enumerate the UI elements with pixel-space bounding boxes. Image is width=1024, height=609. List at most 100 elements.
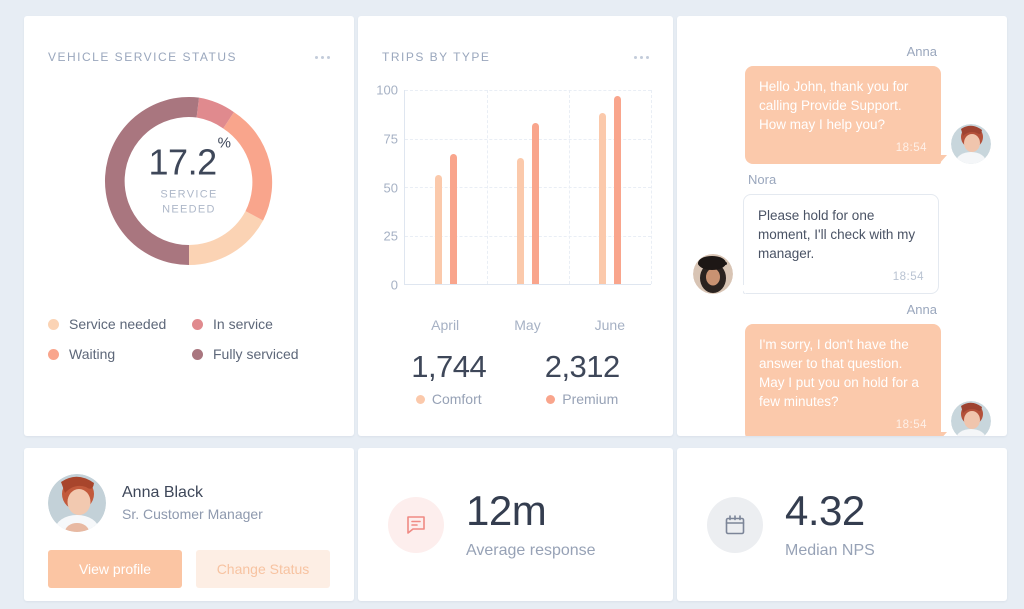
dashboard-root: Vehicle Service Status: [0, 0, 1024, 609]
gridline-vertical: [651, 90, 652, 284]
dot: [634, 55, 637, 59]
legend-color-swatch: [546, 394, 556, 404]
dot: [640, 55, 643, 59]
total-comfort: 1,744 Comfort: [382, 349, 516, 407]
stat-text: 4.32 Median NPS: [785, 489, 875, 560]
bar-comfort-june[interactable]: [599, 113, 606, 284]
bar-chart: 100 75 50 25 0: [358, 83, 673, 310]
bar-premium-may[interactable]: [532, 122, 539, 284]
profile-identity: Anna Black Sr. Customer Manager: [48, 474, 330, 532]
message-text: Hello John, thank you for calling Provid…: [759, 79, 909, 133]
total-label: Premium: [562, 391, 619, 407]
message-row: I'm sorry, I don't have the answer to th…: [693, 323, 991, 436]
stat-content: 4.32 Median NPS: [677, 448, 1007, 601]
more-options-icon[interactable]: [315, 52, 330, 63]
message-icon: [388, 496, 444, 553]
chat-card: Anna Hello John, thank you for calling P…: [677, 16, 1007, 436]
total-label: Comfort: [431, 391, 482, 407]
y-tick-label: 75: [383, 131, 398, 147]
avatar-image: [951, 123, 991, 164]
stat-label: Median NPS: [785, 541, 875, 559]
x-axis: April May June: [358, 317, 673, 333]
total-premium: 2,312 Premium: [516, 349, 650, 407]
chat-thread[interactable]: Anna Hello John, thank you for calling P…: [677, 16, 1007, 436]
profile-content: Anna Black Sr. Customer Manager View pro…: [24, 448, 354, 588]
chat-message-3: Anna I'm sorry, I don't have the answer …: [693, 302, 991, 436]
message-row: Hello John, thank you for calling Provid…: [693, 66, 991, 164]
message-bubble[interactable]: Hello John, thank you for calling Provid…: [745, 66, 947, 164]
avatar-image: [951, 400, 991, 436]
calendar-glyph: [725, 514, 745, 534]
median-nps-card: 4.32 Median NPS: [677, 448, 1007, 601]
legend-item-in-service[interactable]: In service: [192, 316, 330, 332]
x-tick-label: May: [514, 317, 541, 333]
message-timestamp: 18:54: [895, 419, 927, 432]
anna-avatar[interactable]: [951, 400, 991, 436]
y-tick-label: 50: [383, 180, 398, 195]
legend-color-swatch: [415, 394, 425, 404]
calendar-icon: [707, 496, 763, 553]
chat-message-1: Anna Hello John, thank you for calling P…: [693, 44, 991, 164]
avatar-image: [48, 474, 106, 532]
message-text: Please hold for one moment, I'll check w…: [758, 207, 916, 262]
message-timestamp: 18:54: [892, 271, 924, 284]
dot: [321, 55, 324, 59]
bar-comfort-april[interactable]: [435, 175, 442, 284]
stat-value: 12m: [466, 486, 547, 534]
legend-label: In service: [213, 316, 273, 332]
y-tick-label: 0: [390, 277, 398, 293]
y-tick-label: 25: [383, 228, 398, 244]
anna-avatar[interactable]: [951, 123, 991, 164]
message-sender: Anna: [906, 44, 937, 59]
total-label-row: Premium: [516, 391, 650, 407]
legend-label: Fully serviced: [213, 346, 299, 362]
message-text: I'm sorry, I don't have the answer to th…: [759, 336, 919, 410]
legend-color-swatch: [48, 318, 59, 330]
avatar[interactable]: [48, 474, 106, 532]
profile-name: Anna Black: [122, 484, 203, 501]
legend-item-waiting[interactable]: Waiting: [48, 346, 186, 362]
donut-chart: 17.2% SERVICE NEEDED: [24, 76, 354, 286]
legend-item-service-needed[interactable]: Service needed: [48, 316, 186, 332]
trips-totals: 1,744 Comfort 2,312 Premium: [358, 333, 673, 407]
profile-role: Sr. Customer Manager: [122, 506, 263, 522]
avatar-image: [693, 253, 733, 294]
donut-segment-fully-serviced: [104, 97, 199, 265]
page-title: Trips by Type: [382, 50, 491, 64]
bar-groups: [405, 90, 651, 284]
legend-color-swatch: [192, 318, 203, 330]
bar-premium-june[interactable]: [614, 95, 621, 284]
change-status-button[interactable]: Change Status: [196, 550, 330, 588]
view-profile-button[interactable]: View profile: [48, 550, 182, 588]
average-response-card: 12m Average response: [358, 448, 673, 601]
stat-label: Average response: [466, 541, 596, 559]
message-bubble[interactable]: Please hold for one moment, I'll check w…: [738, 193, 939, 294]
bar-group-june: [569, 90, 651, 284]
bar-group-april: [405, 90, 487, 284]
message-bubble[interactable]: I'm sorry, I don't have the answer to th…: [745, 323, 947, 436]
legend-item-fully-serviced[interactable]: Fully serviced: [192, 346, 330, 362]
dot: [327, 55, 330, 59]
donut-segment-waiting: [223, 112, 273, 221]
legend-color-swatch: [48, 348, 59, 360]
stat-text: 12m Average response: [466, 486, 596, 560]
bar-premium-april[interactable]: [450, 154, 457, 284]
total-value: 1,744: [411, 349, 487, 384]
total-value: 2,312: [544, 349, 621, 384]
nora-avatar[interactable]: [693, 253, 733, 294]
more-options-icon[interactable]: [634, 52, 649, 63]
page-title: Vehicle Service Status: [48, 50, 238, 64]
donut-legend: Service needed In service Waiting Fully …: [24, 286, 354, 362]
message-glyph: [407, 515, 425, 534]
trips-by-type-card: Trips by Type 100 75 50 25 0: [358, 16, 673, 436]
message-timestamp: 18:54: [895, 142, 927, 155]
vehicle-service-status-card: Vehicle Service Status: [24, 16, 354, 436]
message-sender: Anna: [906, 301, 937, 317]
bar-comfort-may[interactable]: [517, 157, 524, 284]
profile-card: Anna Black Sr. Customer Manager View pro…: [24, 448, 354, 601]
bar-group-may: [487, 90, 569, 284]
legend-label: Waiting: [69, 346, 116, 362]
chat-message-2: Nora Please hold for one moment, I'll ch…: [693, 172, 991, 294]
message-sender: Nora: [748, 171, 777, 187]
total-label-row: Comfort: [382, 391, 516, 407]
